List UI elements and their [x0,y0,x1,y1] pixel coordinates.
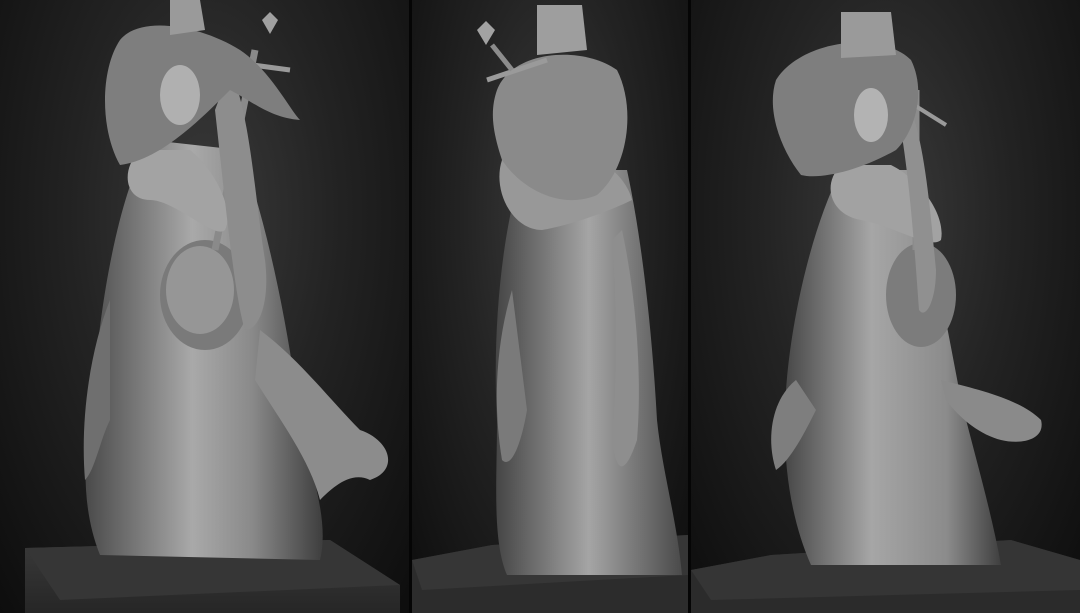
view-panel-front-left [0,0,410,613]
sculpt-render-front-left [25,0,400,613]
figure-head-hood [492,5,628,201]
figure-robe [495,170,682,575]
view-panel-back [412,0,688,613]
view-panel-front-right [691,0,1080,613]
sculpt-turnaround-canvas [0,0,1080,613]
figure-head-hood [772,12,919,177]
sculpt-render-back [412,5,688,613]
sculpt-render-front-right [691,12,1080,613]
